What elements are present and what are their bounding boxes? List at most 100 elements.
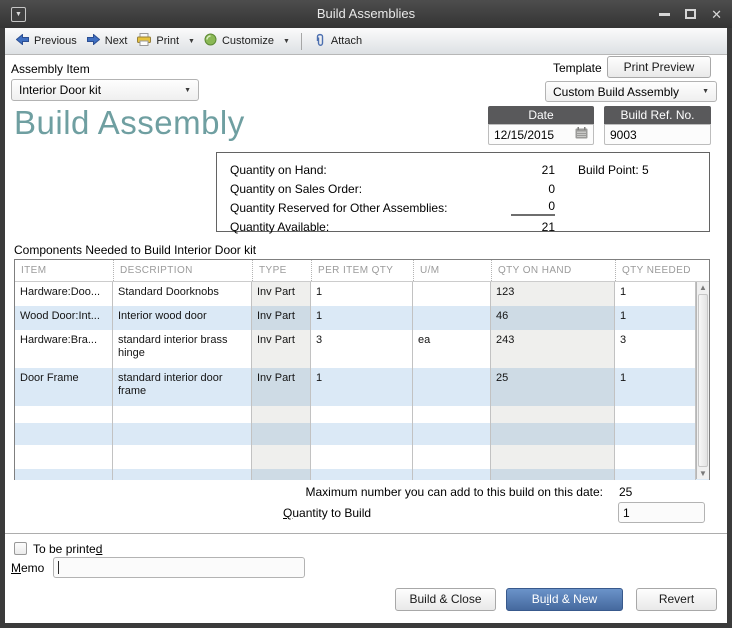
print-button[interactable]: Print [132,30,184,52]
table-row[interactable]: Door Frame standard interior door frame … [15,368,709,406]
printer-icon [137,33,152,49]
previous-button[interactable]: Previous [11,31,82,51]
cell-item[interactable]: Door Frame [15,368,113,406]
build-ref-header: Build Ref. No. [604,106,711,124]
build-ref-input[interactable]: 9003 [604,124,711,145]
cell-per-item-qty[interactable]: 1 [311,282,413,306]
caret-down-icon: ▼ [188,37,195,45]
scroll-up-icon[interactable]: ▲ [697,283,709,292]
qty-reserved-value: 0 [511,199,555,216]
scrollbar-thumb[interactable] [698,294,708,467]
customize-button[interactable]: Customize [199,30,279,52]
cell-qty-on-hand: 46 [491,306,615,330]
cell-um[interactable] [413,306,491,330]
attach-button[interactable]: Attach [309,30,367,53]
col-um[interactable]: U/M [413,260,491,281]
cell-qty-needed: 1 [615,368,696,406]
build-ref-field: Build Ref. No. 9003 [604,106,711,145]
to-be-printed-label: To be printed [33,542,102,556]
cell-qty-needed: 1 [615,282,696,306]
template-dropdown[interactable]: Custom Build Assembly ▼ [545,81,717,102]
table-scrollbar[interactable]: ▲ ▼ [696,282,709,479]
cell-qty-needed: 3 [615,330,696,368]
build-new-button[interactable]: Build & New [506,588,623,611]
build-assemblies-window: Build Assemblies ▼ ✕ Previous Next Print… [0,0,732,628]
next-button[interactable]: Next [82,31,133,51]
col-per-item-qty[interactable]: PER ITEM QTY [311,260,413,281]
window-content: Previous Next Print ▼ Customize ▼ Attach… [5,28,727,623]
to-be-printed-checkbox[interactable] [14,542,27,555]
cell-description[interactable]: Interior wood door [113,306,252,330]
minimize-icon[interactable] [659,12,671,16]
cell-description[interactable]: standard interior door frame [113,368,252,406]
date-field: Date 12/15/2015 [488,106,594,145]
table-row[interactable]: Wood Door:Int... Interior wood door Inv … [15,306,709,330]
qty-on-hand-value: 21 [541,162,555,177]
date-value: 12/15/2015 [494,127,555,142]
window-title: Build Assemblies [316,6,416,21]
col-item[interactable]: ITEM [15,260,113,281]
cell-type: Inv Part [252,330,311,368]
assembly-item-dropdown[interactable]: Interior Door kit ▼ [11,79,199,101]
cell-um[interactable]: ea [413,330,491,368]
footer-divider [5,533,727,534]
col-qty-needed[interactable]: QTY NEEDED [615,260,696,281]
build-new-prefix: Bu [531,592,547,606]
table-row-empty[interactable] [15,445,709,469]
customize-icon [204,33,217,49]
print-preview-button[interactable]: Print Preview [607,56,711,78]
cell-description[interactable]: standard interior brass hinge [113,330,252,368]
cell-item[interactable]: Hardware:Bra... [15,330,113,368]
build-new-suffix: ld & New [549,592,598,606]
caret-down-icon: ▼ [184,86,191,94]
qty-sales-order-value: 0 [548,181,555,196]
attach-label: Attach [330,35,363,47]
col-description[interactable]: DESCRIPTION [113,260,252,281]
table-row-empty[interactable] [15,406,709,423]
print-dropdown-button[interactable]: ▼ [184,35,199,48]
memo-label-rest: emo [21,561,45,575]
table-row[interactable]: Hardware:Bra... standard interior brass … [15,330,709,368]
quantity-info-box: Quantity on Hand: 21 Build Point: 5 Quan… [216,152,710,234]
revert-button[interactable]: Revert [636,588,717,611]
title-bar[interactable]: Build Assemblies ▼ ✕ [0,0,732,28]
qty-available-label: Quantity Available: [230,219,330,234]
scroll-down-icon[interactable]: ▼ [697,469,709,478]
cell-description[interactable]: Standard Doorknobs [113,282,252,306]
previous-label: Previous [34,35,77,47]
cell-per-item-qty[interactable]: 1 [311,306,413,330]
memo-input[interactable] [53,557,305,578]
build-point: Build Point: 5 [578,162,649,177]
caret-down-icon: ▼ [282,37,290,45]
table-row-empty[interactable] [15,469,709,480]
cell-item[interactable]: Wood Door:Int... [15,306,113,330]
customize-dropdown-button[interactable]: ▼ [279,35,294,48]
system-menu-icon[interactable]: ▼ [11,7,26,22]
maximize-icon[interactable] [685,9,697,19]
cell-um[interactable] [413,282,491,306]
previous-arrow-icon [15,33,29,48]
cell-qty-on-hand: 25 [491,368,615,406]
qty-available-value: 21 [541,219,555,234]
text-cursor [58,561,59,574]
paperclip-icon [314,33,326,50]
table-row-empty[interactable] [15,423,709,445]
to-be-printed-text: To be printe [33,542,96,556]
calendar-icon[interactable] [575,127,588,142]
cell-um[interactable] [413,368,491,406]
memo-label: Memo [11,561,44,575]
components-table: ITEM DESCRIPTION TYPE PER ITEM QTY U/M Q… [14,259,710,480]
toolbar: Previous Next Print ▼ Customize ▼ Attach [5,28,727,55]
col-qty-on-hand[interactable]: QTY ON HAND [491,260,615,281]
close-icon[interactable]: ✕ [711,8,722,21]
toolbar-separator [300,32,302,50]
cell-per-item-qty[interactable]: 1 [311,368,413,406]
cell-per-item-qty[interactable]: 3 [311,330,413,368]
cell-item[interactable]: Hardware:Doo... [15,282,113,306]
quantity-to-build-input[interactable]: 1 [618,502,705,523]
col-type[interactable]: TYPE [252,260,311,281]
build-close-button[interactable]: Build & Close [395,588,496,611]
template-value: Custom Build Assembly [553,84,680,99]
table-row[interactable]: Hardware:Doo... Standard Doorknobs Inv P… [15,282,709,306]
date-input[interactable]: 12/15/2015 [488,124,594,145]
